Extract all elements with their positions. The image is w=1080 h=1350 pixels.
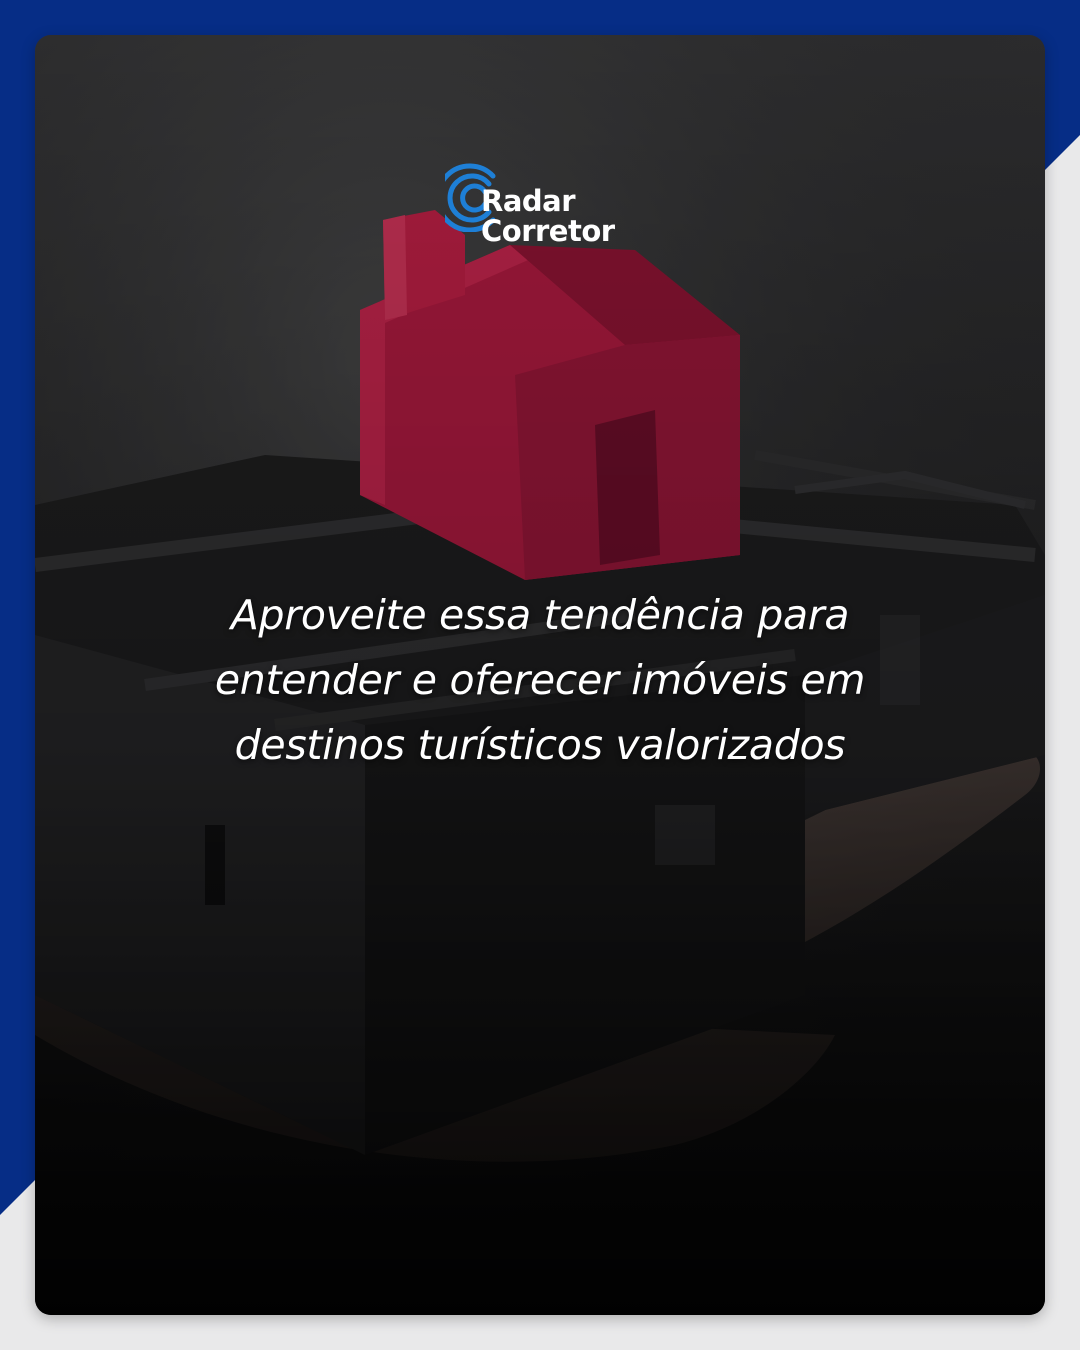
logo-text-corretor: Corretor xyxy=(481,214,615,248)
headline-line: entender e oferecer imóveis em xyxy=(214,656,866,704)
headline-line: destinos turísticos valorizados xyxy=(234,721,846,769)
headline-text: Aproveite essa tendência para entender e… xyxy=(125,583,955,778)
logo-text-radar: Radar xyxy=(481,184,576,218)
radar-corretor-logo: Radar Corretor xyxy=(445,160,645,250)
headline-line: Aproveite essa tendência para xyxy=(230,591,850,639)
post-card: Radar Corretor Aproveite essa tendência … xyxy=(35,35,1045,1315)
